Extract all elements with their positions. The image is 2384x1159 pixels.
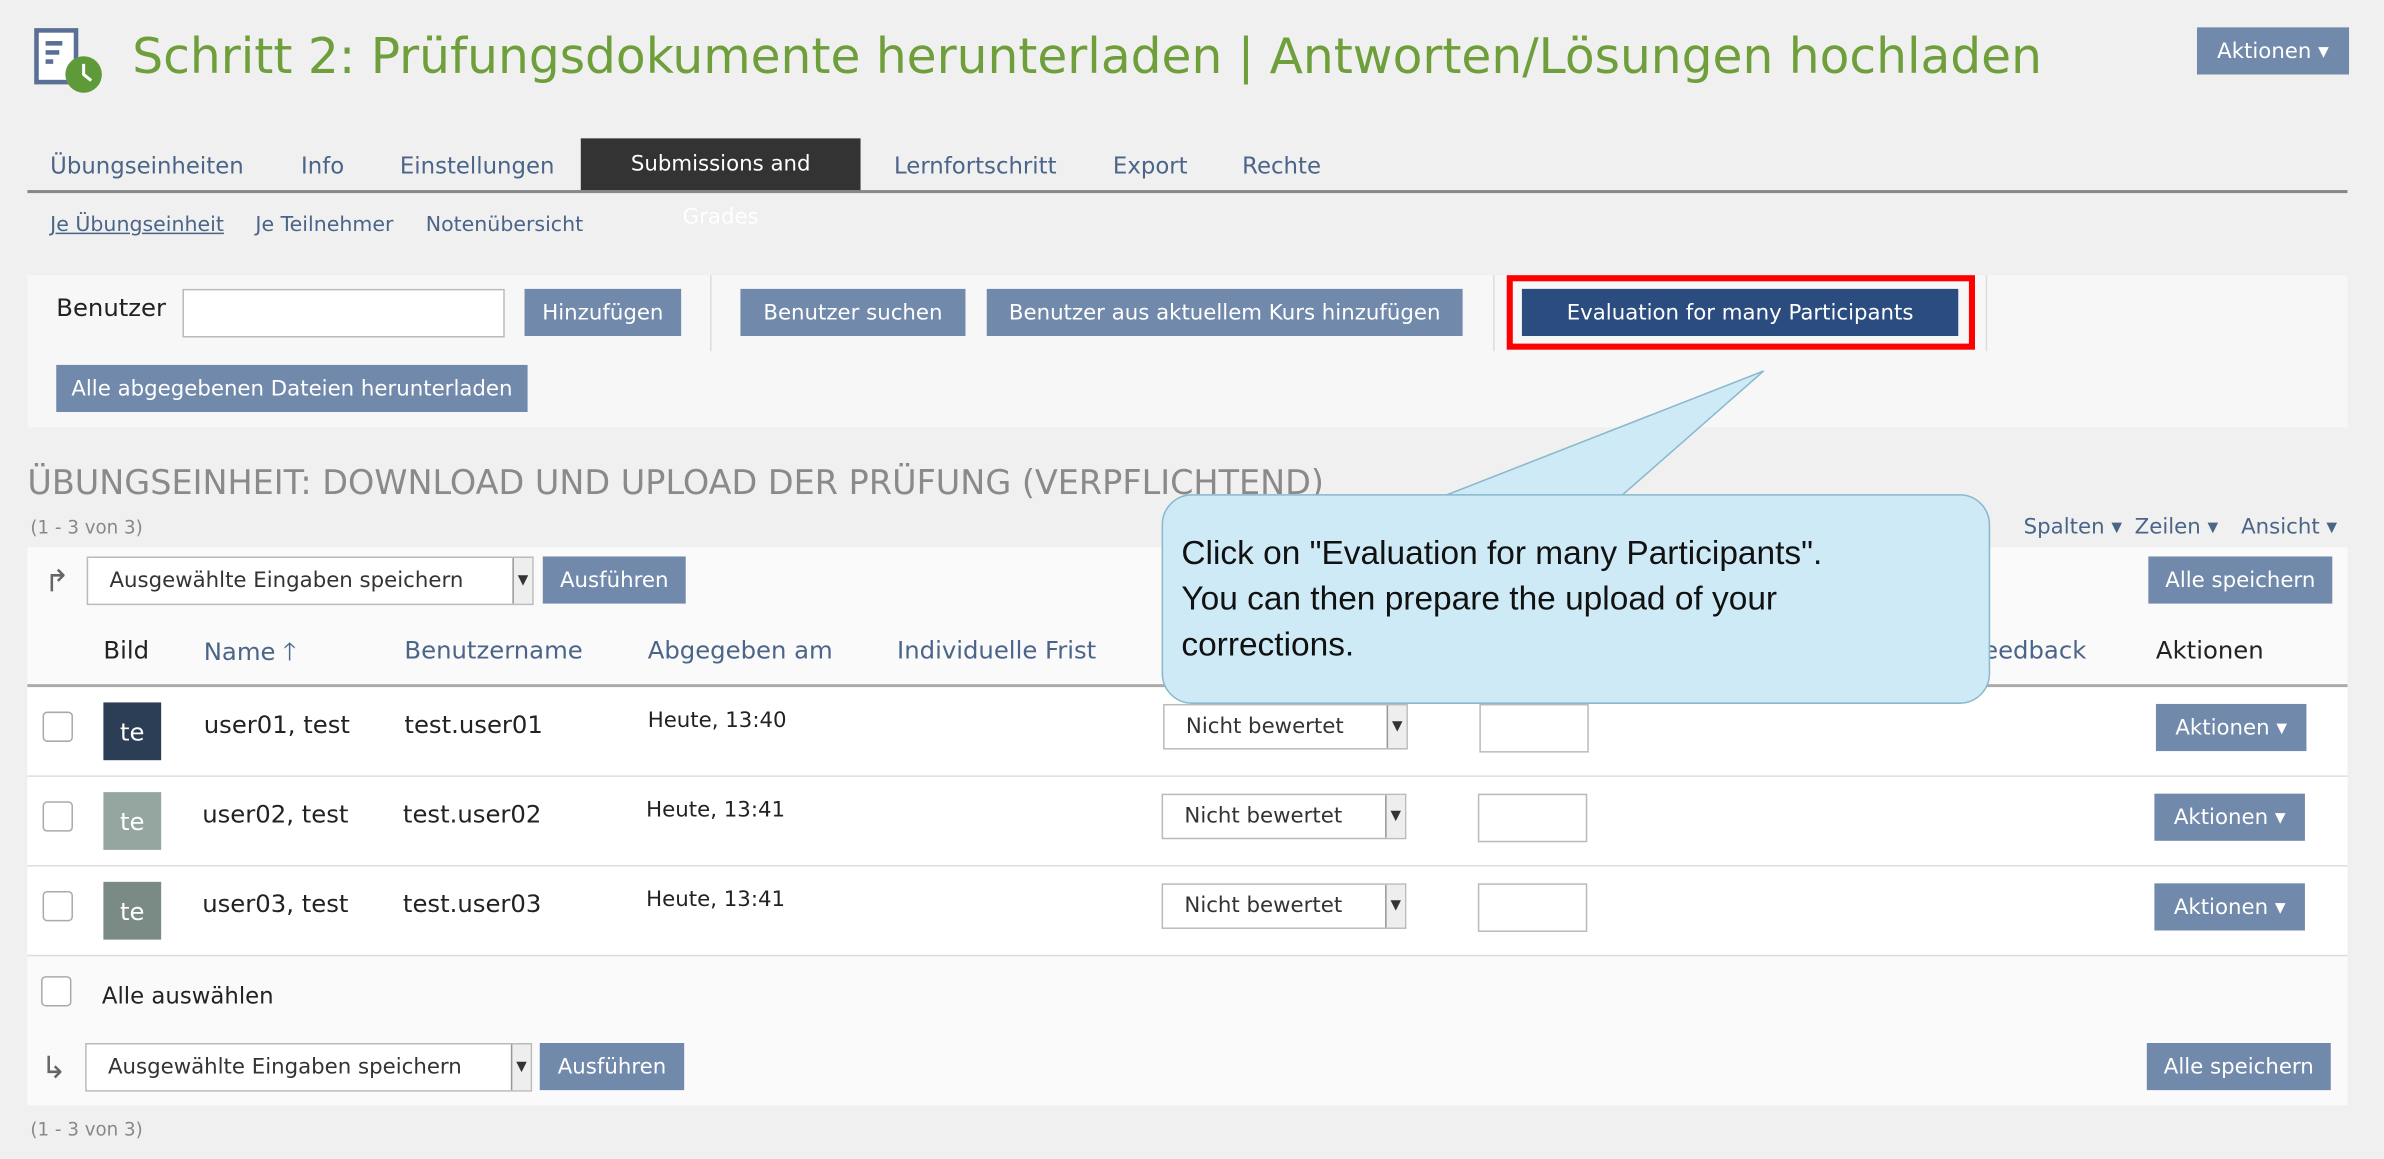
callout-line: corrections.: [1181, 624, 1355, 663]
page: Schritt 2: Prüfungsdokumente herunterlad…: [0, 0, 2384, 1159]
tutorial-callout: Click on "Evaluation for many Participan…: [1161, 494, 1991, 704]
callout-line: You can then prepare the upload of your: [1181, 579, 1778, 618]
callout-line: Click on "Evaluation for many Participan…: [1181, 533, 1823, 572]
